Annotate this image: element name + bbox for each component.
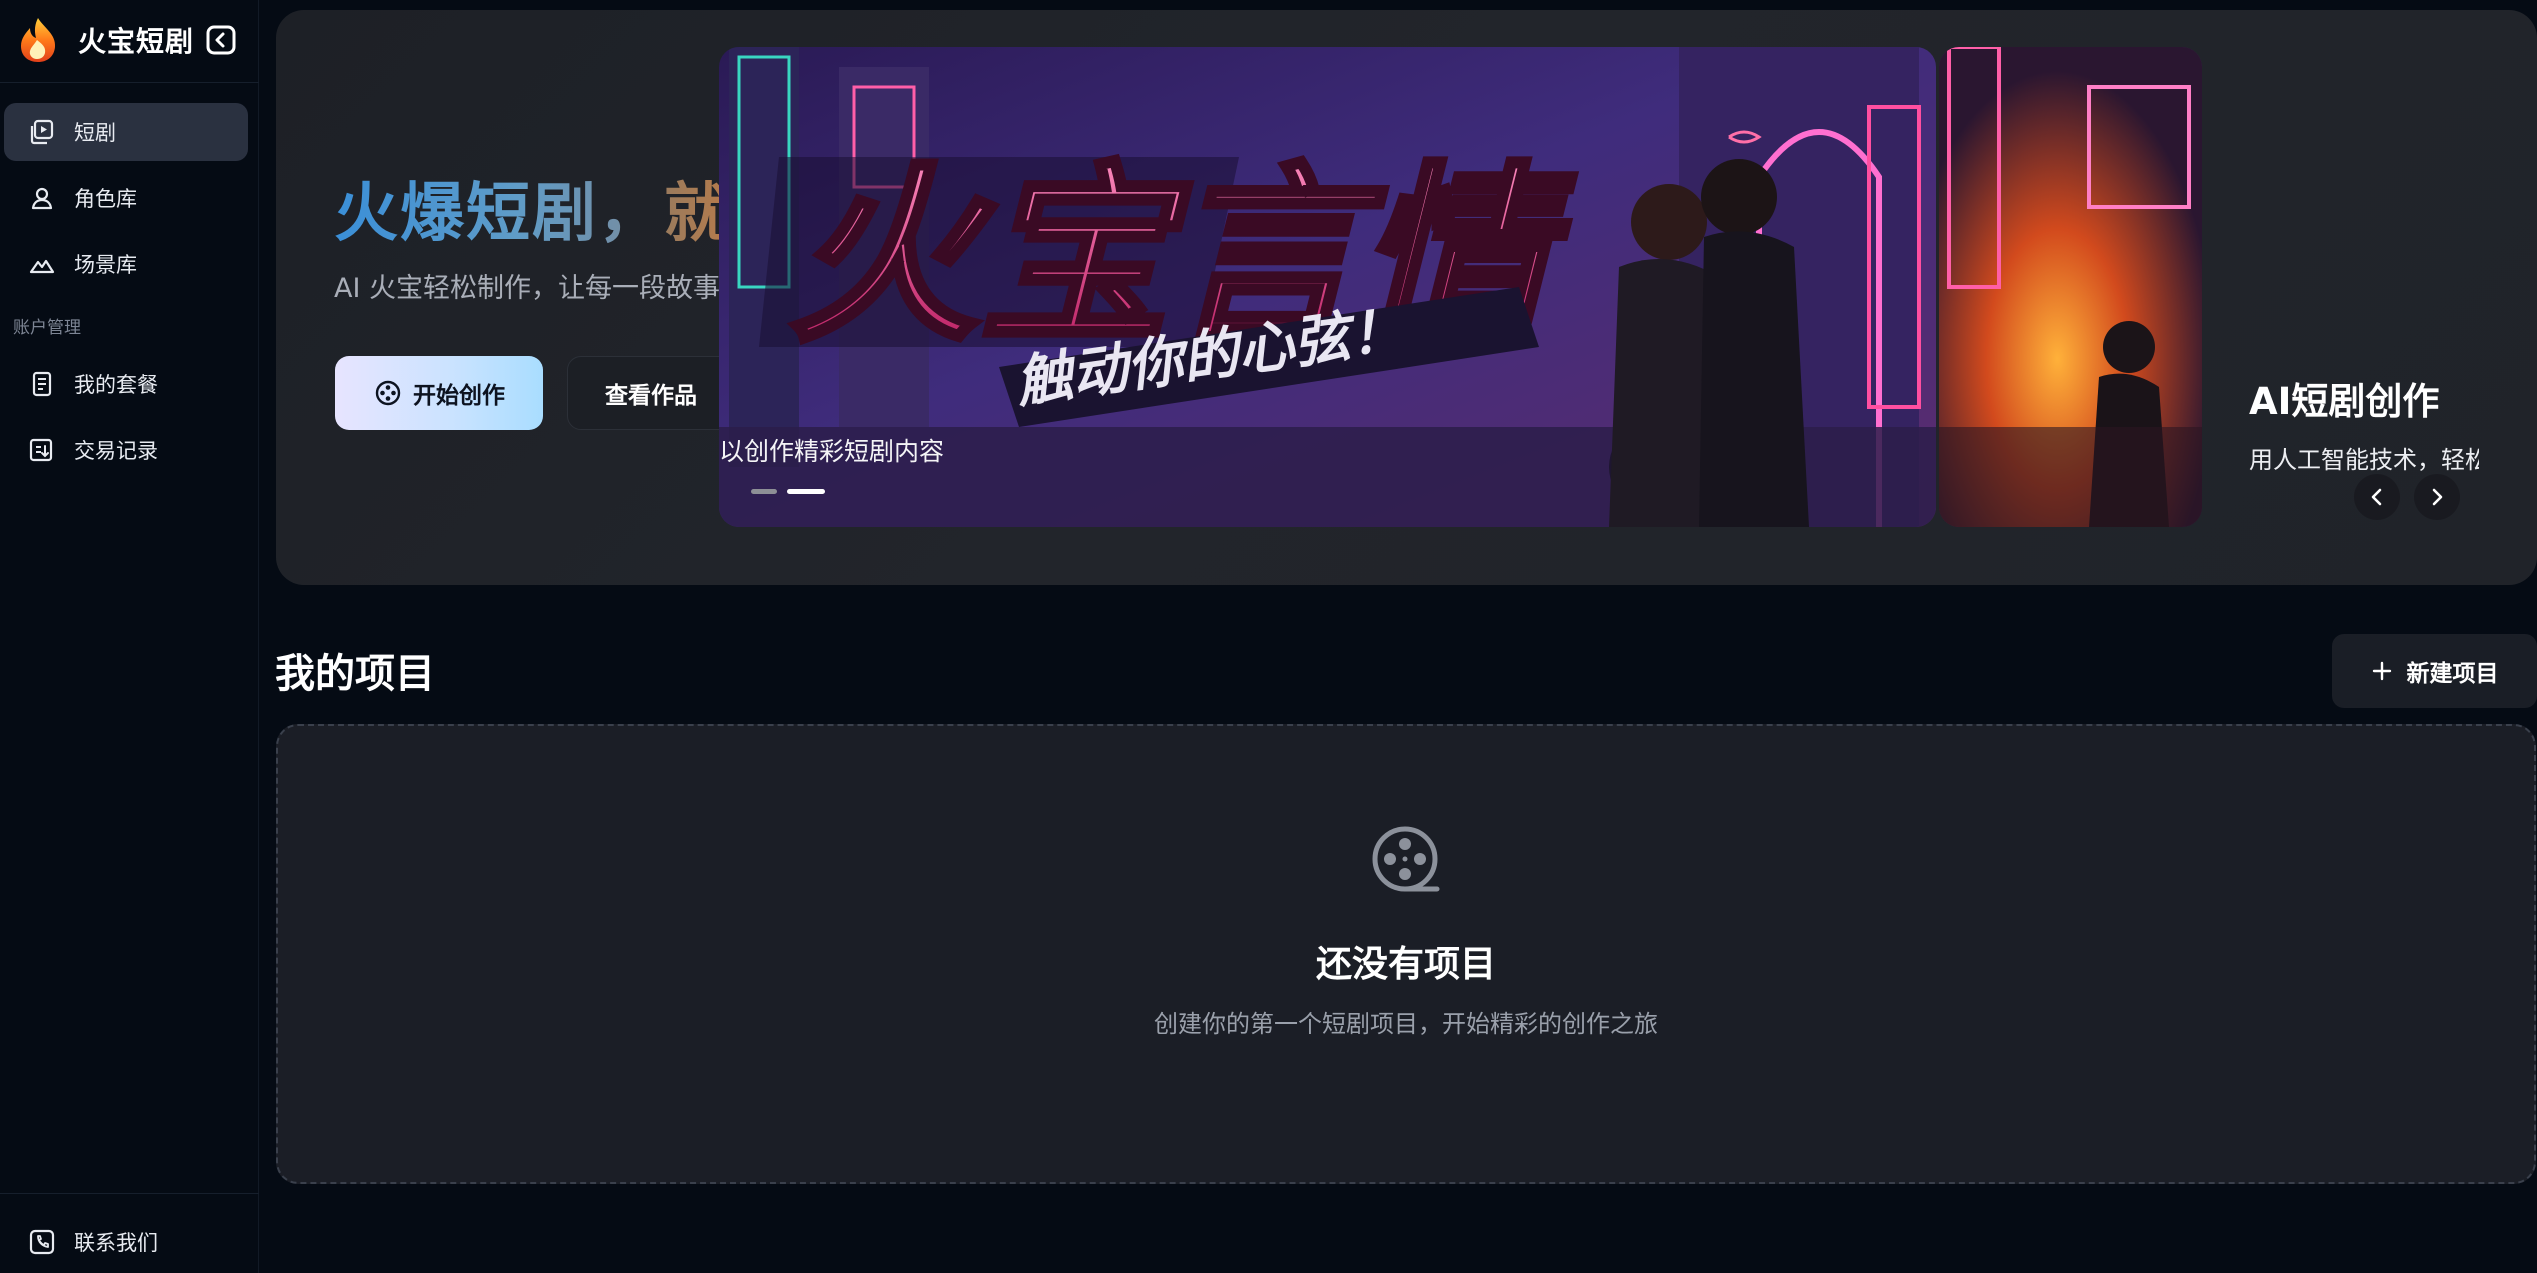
sidebar-divider bbox=[0, 82, 259, 83]
phone-icon bbox=[28, 1228, 56, 1256]
sidebar-footer-divider bbox=[0, 1193, 259, 1194]
slide-caption: 以创作精彩短剧内容 bbox=[719, 437, 945, 466]
film-reel-icon bbox=[1372, 826, 1440, 892]
start-creating-button[interactable]: 开始创作 bbox=[335, 356, 543, 430]
start-creating-label: 开始创作 bbox=[413, 382, 505, 408]
next-slide-description: 用人工智能技术，轻松 bbox=[2249, 446, 2479, 474]
video-play-icon bbox=[28, 118, 56, 146]
sidebar-item-characters[interactable]: 角色库 bbox=[4, 169, 248, 227]
sidebar-item-my-plan[interactable]: 我的套餐 bbox=[4, 355, 248, 413]
sidebar-item-label: 联系我们 bbox=[74, 1231, 158, 1255]
app-root: 火宝短剧 短剧 角色库 场景库 账户管理 我的套餐 交易记录 联系我们 火爆短剧… bbox=[0, 0, 2537, 1273]
sidebar-item-scenes[interactable]: 场景库 bbox=[4, 235, 248, 293]
sidebar-item-transactions[interactable]: 交易记录 bbox=[4, 421, 248, 479]
receipt-icon bbox=[28, 370, 56, 398]
carousel-prev-button[interactable] bbox=[2354, 474, 2400, 520]
empty-projects-panel: 还没有项目 创建你的第一个短剧项目，开始精彩的创作之旅 bbox=[276, 724, 2536, 1184]
banner-image-ai-drama bbox=[1939, 47, 2202, 527]
empty-state-title: 还没有项目 bbox=[1315, 944, 1496, 985]
chevron-right-icon bbox=[2432, 488, 2443, 506]
mountain-icon bbox=[28, 250, 56, 278]
carousel-slide-next[interactable] bbox=[1939, 47, 2202, 527]
sidebar-item-label: 场景库 bbox=[74, 253, 137, 277]
plus-icon bbox=[2372, 661, 2391, 681]
sidebar-collapse-icon bbox=[206, 25, 236, 55]
empty-state-description: 创建你的第一个短剧项目，开始精彩的创作之旅 bbox=[1154, 1010, 1658, 1038]
account-section-label: 账户管理 bbox=[13, 318, 81, 338]
app-name: 火宝短剧 bbox=[78, 25, 195, 58]
carousel-slide-current[interactable]: 火宝言情 触动你的心弦！ 以创作精彩短剧内容 bbox=[719, 47, 1936, 527]
collapse-sidebar-button[interactable] bbox=[205, 24, 237, 56]
brand[interactable]: 火宝短剧 bbox=[16, 14, 194, 66]
carousel-dot-1[interactable] bbox=[751, 489, 777, 494]
carousel-next-button[interactable] bbox=[2414, 474, 2460, 520]
user-icon bbox=[28, 184, 56, 212]
next-slide-title: AI短剧创作 bbox=[2249, 380, 2440, 423]
projects-section-title: 我的项目 bbox=[275, 651, 435, 697]
new-project-button[interactable]: 新建项目 bbox=[2332, 634, 2537, 708]
film-reel-icon bbox=[375, 380, 401, 406]
sidebar-item-label: 短剧 bbox=[74, 121, 116, 145]
sidebar-item-label: 交易记录 bbox=[74, 439, 158, 463]
view-works-button[interactable]: 查看作品 bbox=[567, 356, 735, 430]
new-project-label: 新建项目 bbox=[2406, 661, 2499, 687]
carousel-dot-2-active[interactable] bbox=[787, 489, 825, 494]
transaction-icon bbox=[28, 436, 56, 464]
sidebar-item-label: 我的套餐 bbox=[74, 373, 158, 397]
flame-logo-icon bbox=[21, 18, 56, 62]
sidebar-item-label: 角色库 bbox=[74, 187, 137, 211]
hero-title-part1: 火爆短剧， bbox=[334, 177, 664, 251]
sidebar-item-shortdrama[interactable]: 短剧 bbox=[4, 103, 248, 161]
sidebar: 火宝短剧 短剧 角色库 场景库 账户管理 我的套餐 交易记录 联系我们 bbox=[0, 0, 259, 1273]
sidebar-item-contact[interactable]: 联系我们 bbox=[4, 1213, 248, 1271]
chevron-left-icon bbox=[2371, 488, 2382, 506]
